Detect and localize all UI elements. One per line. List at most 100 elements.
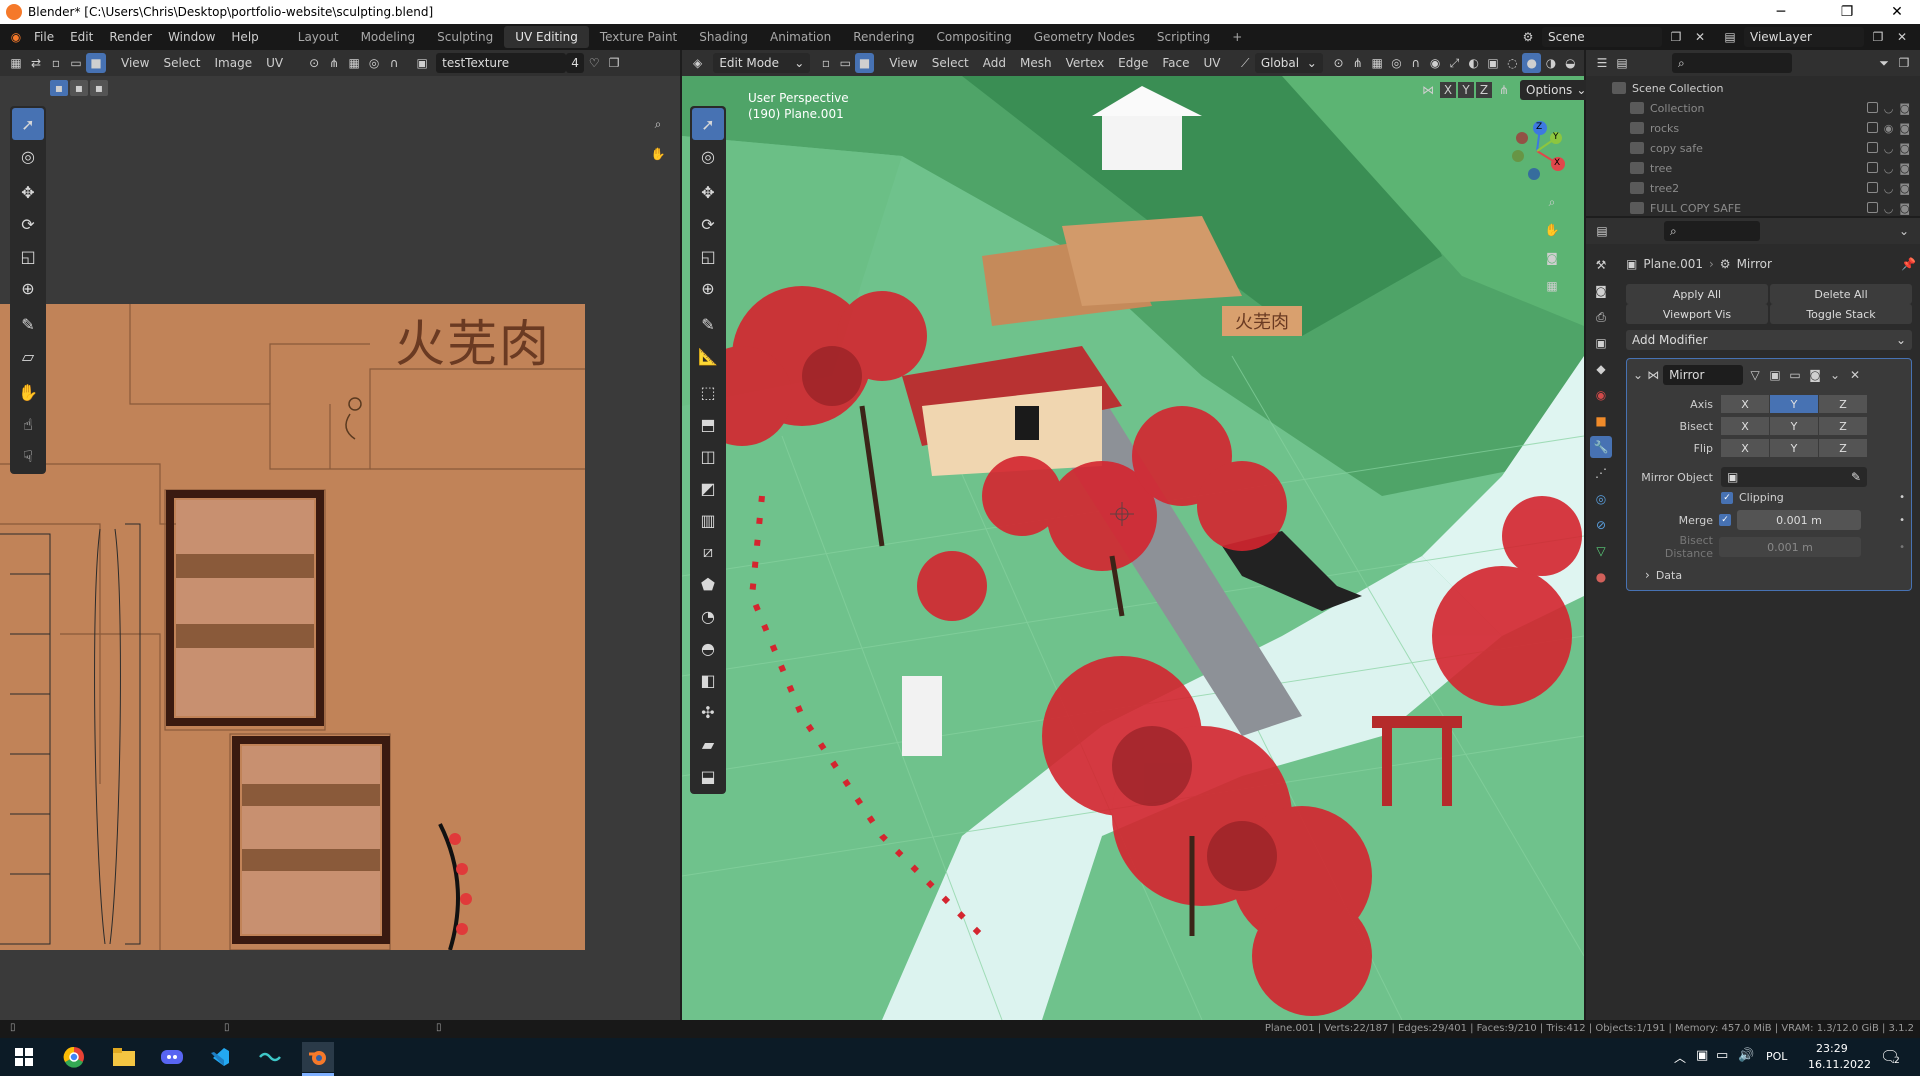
render-tab-icon[interactable]: ◙ [1590,280,1612,302]
vp-menu-view[interactable]: View [882,56,924,70]
properties-options-icon[interactable]: ⌄ [1894,221,1914,241]
keyframe-dot-icon[interactable]: • [1899,542,1905,553]
hide-eye-icon[interactable]: ◉ [1884,122,1894,135]
hide-eye-icon[interactable]: ◡ [1884,162,1894,175]
shading-material-icon[interactable]: ◑ [1541,53,1560,73]
uv-texture-image[interactable]: 火芜肉 [0,304,585,950]
orientation-dropdown[interactable]: Global ⌄ [1254,53,1323,73]
viewport-toggle-icon[interactable]: ▭ [1787,365,1803,385]
tab-uv-editing[interactable]: UV Editing [504,26,589,48]
snap-toggle-icon[interactable]: ⋔ [1348,53,1367,73]
tab-rendering[interactable]: Rendering [842,26,925,48]
vp-menu-vertex[interactable]: Vertex [1059,56,1112,70]
render-camera-icon[interactable]: ◙ [1899,122,1910,135]
sync-selection-icon[interactable]: ⇄ [26,53,46,73]
pivot-icon[interactable]: ⊙ [304,53,324,73]
exclude-checkbox[interactable] [1866,141,1878,153]
snap-icon[interactable]: ⋔ [324,53,344,73]
relax-tool-icon[interactable]: ☝ [12,408,44,440]
inset-tool-icon[interactable]: ◫ [692,440,724,472]
knife-tool-icon[interactable]: ⧄ [692,536,724,568]
flip-x-toggle[interactable]: X [1721,439,1769,457]
mode-dropdown[interactable]: Edit Mode ⌄ [713,53,811,73]
editor-type-icon[interactable]: ▦ [6,53,26,73]
pinch-tool-icon[interactable]: ☟ [12,440,44,472]
cage-toggle-icon[interactable]: ▣ [1767,365,1783,385]
pivot-point-icon[interactable]: ⊙ [1329,53,1348,73]
smooth-tool-icon[interactable]: ◓ [692,632,724,664]
hide-eye-icon[interactable]: ◡ [1884,102,1894,115]
proportional-edit-icon[interactable]: ◎ [364,53,384,73]
zoom-view-icon[interactable]: ⌕ [1542,192,1562,212]
zoom-icon[interactable]: ⌕ [648,114,668,134]
particles-tab-icon[interactable]: ⋰ [1590,462,1612,484]
new-viewlayer-icon[interactable]: ❐ [1868,27,1888,47]
shading-wire-icon[interactable]: ◌ [1503,53,1522,73]
select-box-tool-icon[interactable]: ➚ [12,108,44,140]
tray-network-icon[interactable]: ▭ [1716,1048,1728,1063]
hide-eye-icon[interactable]: ◡ [1884,142,1894,155]
bevel-tool-icon[interactable]: ◩ [692,472,724,504]
scene-collection-row[interactable]: Scene Collection [1586,78,1920,98]
select-extend-icon[interactable]: ▪ [70,80,88,96]
gizmo-toggle-icon[interactable]: ⤢ [1445,53,1464,73]
navigation-gizmo[interactable]: X Z Y [1502,116,1572,186]
modifier-tab-icon[interactable]: 🔧 [1590,436,1612,458]
maximize-button[interactable]: ❐ [1824,0,1870,24]
vp-menu-uv[interactable]: UV [1197,56,1228,70]
vp-transform-tool-icon[interactable]: ⊕ [692,272,724,304]
file-explorer-icon[interactable] [108,1042,140,1072]
cursor-tool-icon[interactable]: ◎ [12,140,44,172]
tab-animation[interactable]: Animation [759,26,842,48]
proportional-falloff-icon[interactable]: ∩ [1406,53,1425,73]
options-dropdown[interactable]: Options ⌄ [1520,80,1593,100]
vp-menu-edge[interactable]: Edge [1111,56,1155,70]
blender-taskbar-icon[interactable] [302,1042,334,1072]
menu-help[interactable]: Help [223,24,266,50]
render-camera-icon[interactable]: ◙ [1899,202,1910,215]
tray-chevron-icon[interactable]: ︿ [1674,1049,1686,1066]
menu-render[interactable]: Render [101,24,160,50]
shading-solid-icon[interactable]: ● [1522,53,1542,73]
collapse-chevron-icon[interactable]: ⌄ [1633,368,1643,382]
flip-z-toggle[interactable]: Z [1819,439,1867,457]
scale-tool-icon[interactable]: ◱ [12,240,44,272]
edge-select-icon[interactable]: ▭ [66,53,86,73]
terminal-app-icon[interactable] [254,1042,286,1072]
hide-eye-icon[interactable]: ◡ [1884,182,1894,195]
exclude-checkbox[interactable] [1866,101,1878,113]
loop-cut-tool-icon[interactable]: ▥ [692,504,724,536]
tab-compositing[interactable]: Compositing [925,26,1022,48]
transform-tool-icon[interactable]: ⊕ [12,272,44,304]
properties-editor-type-icon[interactable]: ▤ [1592,221,1612,241]
world-tab-icon[interactable]: ◉ [1590,384,1612,406]
vp-menu-add[interactable]: Add [976,56,1013,70]
pan-hand-icon[interactable]: ✋ [648,144,668,164]
tab-layout[interactable]: Layout [287,26,350,48]
hide-eye-icon[interactable]: ◡ [1884,202,1894,215]
spin-tool-icon[interactable]: ◔ [692,600,724,632]
vertex-select-icon[interactable]: ▫ [46,53,66,73]
add-modifier-dropdown[interactable]: Add Modifier ⌄ [1626,330,1912,350]
tray-app-icon[interactable]: ▣ [1696,1048,1708,1063]
output-tab-icon[interactable]: ⎙ [1590,306,1612,328]
blender-menu-icon[interactable]: ◉ [6,27,26,47]
material-tab-icon[interactable]: ● [1590,566,1612,588]
clipping-checkbox[interactable]: ✓ [1721,491,1733,504]
display-mode-icon[interactable]: ▤ [1612,53,1632,73]
outliner-editor-type-icon[interactable]: ☰ [1592,53,1612,73]
toggle-stack-button[interactable]: Toggle Stack [1770,304,1912,324]
input-language[interactable]: POL [1766,1050,1787,1063]
outliner-item[interactable]: tree ◡ ◙ [1586,158,1920,178]
shading-render-icon[interactable]: ◒ [1561,53,1580,73]
shear-tool-icon[interactable]: ▰ [692,728,724,760]
tab-scripting[interactable]: Scripting [1146,26,1221,48]
axis-y-toggle[interactable]: Y [1770,395,1818,413]
visibility-icon[interactable]: ◉ [1426,53,1445,73]
new-collection-icon[interactable]: ❐ [1894,53,1914,73]
close-window-button[interactable]: ✕ [1874,0,1920,24]
vertex-mode-icon[interactable]: ▫ [816,53,835,73]
uv-menu-uv[interactable]: UV [259,56,290,70]
image-name-field[interactable]: testTexture [436,53,567,73]
keyframe-dot-icon[interactable]: • [1899,492,1905,503]
